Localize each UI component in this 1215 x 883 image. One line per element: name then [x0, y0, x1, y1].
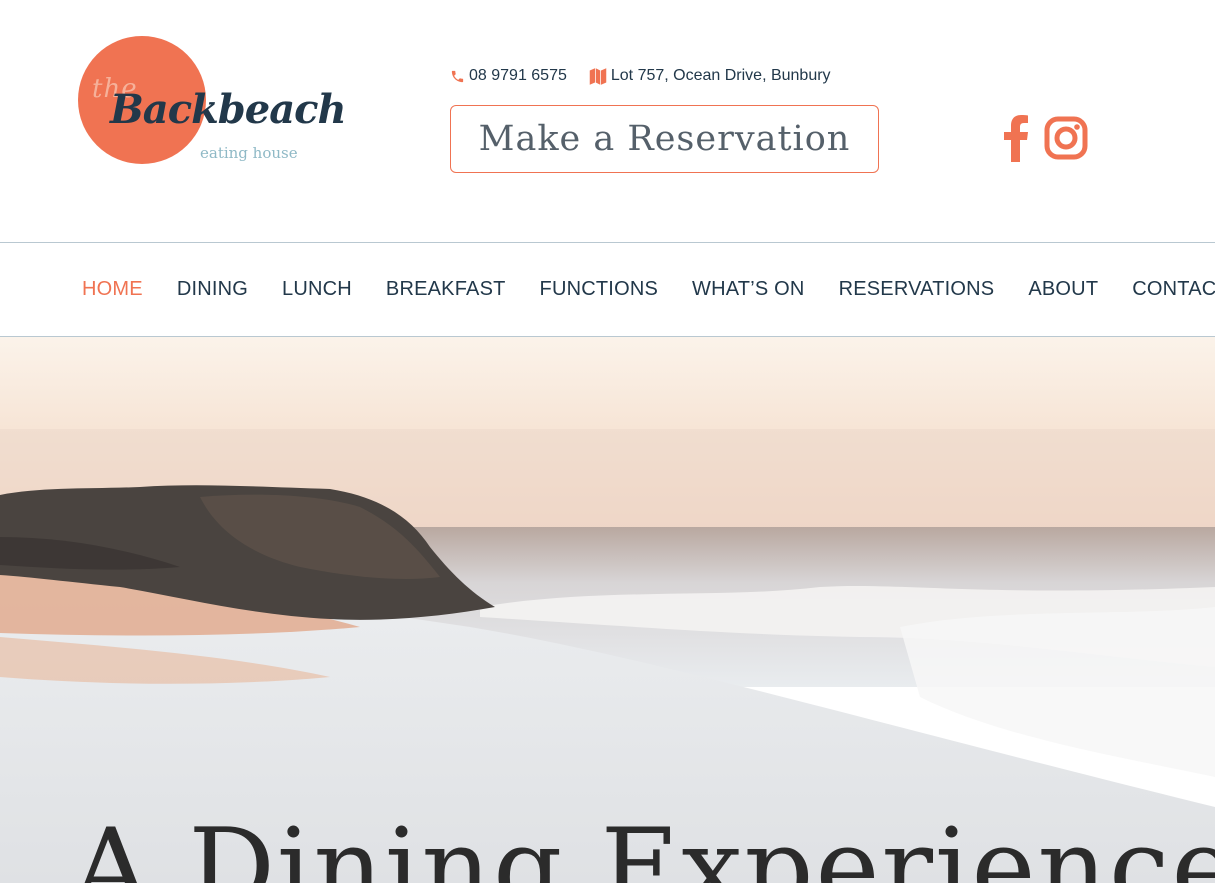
nav-item-dining[interactable]: DINING: [177, 278, 248, 301]
nav-item-reservations[interactable]: RESERVATIONS: [839, 278, 995, 301]
nav-item-home[interactable]: HOME: [82, 278, 143, 301]
nav-item-whats-on[interactable]: WHAT’S ON: [692, 278, 805, 301]
address-text: Lot 757, Ocean Drive, Bunbury: [610, 67, 831, 84]
phone-icon: [451, 70, 464, 82]
facebook-icon: [1004, 115, 1028, 162]
phone-number: 08 9791 6575: [469, 67, 567, 84]
nav-item-functions[interactable]: FUNCTIONS: [540, 278, 658, 301]
nav-item-contact[interactable]: CONTACT: [1132, 278, 1215, 301]
hero-title: A Dining Experience: [72, 806, 1215, 883]
nav-item-lunch[interactable]: LUNCH: [282, 278, 352, 301]
nav-list: HOME DINING LUNCH BREAKFAST FUNCTIONS WH…: [82, 243, 1215, 336]
facebook-link[interactable]: [1002, 114, 1030, 167]
logo-name-text: Backbeach: [110, 86, 347, 133]
map-icon: [589, 67, 607, 85]
instagram-link[interactable]: [1044, 116, 1088, 165]
logo-subtitle-text: eating house: [200, 144, 298, 162]
social-links: [1002, 114, 1102, 167]
hero-banner: A Dining Experience: [0, 337, 1215, 883]
main-nav: HOME DINING LUNCH BREAKFAST FUNCTIONS WH…: [0, 242, 1215, 337]
instagram-icon: [1044, 116, 1088, 160]
reservation-button-label: Make a Reservation: [478, 119, 851, 159]
contact-info: 08 9791 6575 Lot 757, Ocean Drive, Bunbu…: [450, 64, 853, 88]
site-logo[interactable]: the Backbeach eating house: [70, 30, 347, 175]
address-link[interactable]: Lot 757, Ocean Drive, Bunbury: [589, 67, 831, 85]
phone-link[interactable]: 08 9791 6575: [450, 67, 567, 85]
site-header: the Backbeach eating house 08 9791 6575 …: [0, 0, 1215, 242]
nav-item-breakfast[interactable]: BREAKFAST: [386, 278, 506, 301]
make-reservation-button[interactable]: Make a Reservation: [450, 105, 879, 173]
hero-beach-image: [0, 337, 1215, 883]
nav-item-about[interactable]: ABOUT: [1028, 278, 1098, 301]
